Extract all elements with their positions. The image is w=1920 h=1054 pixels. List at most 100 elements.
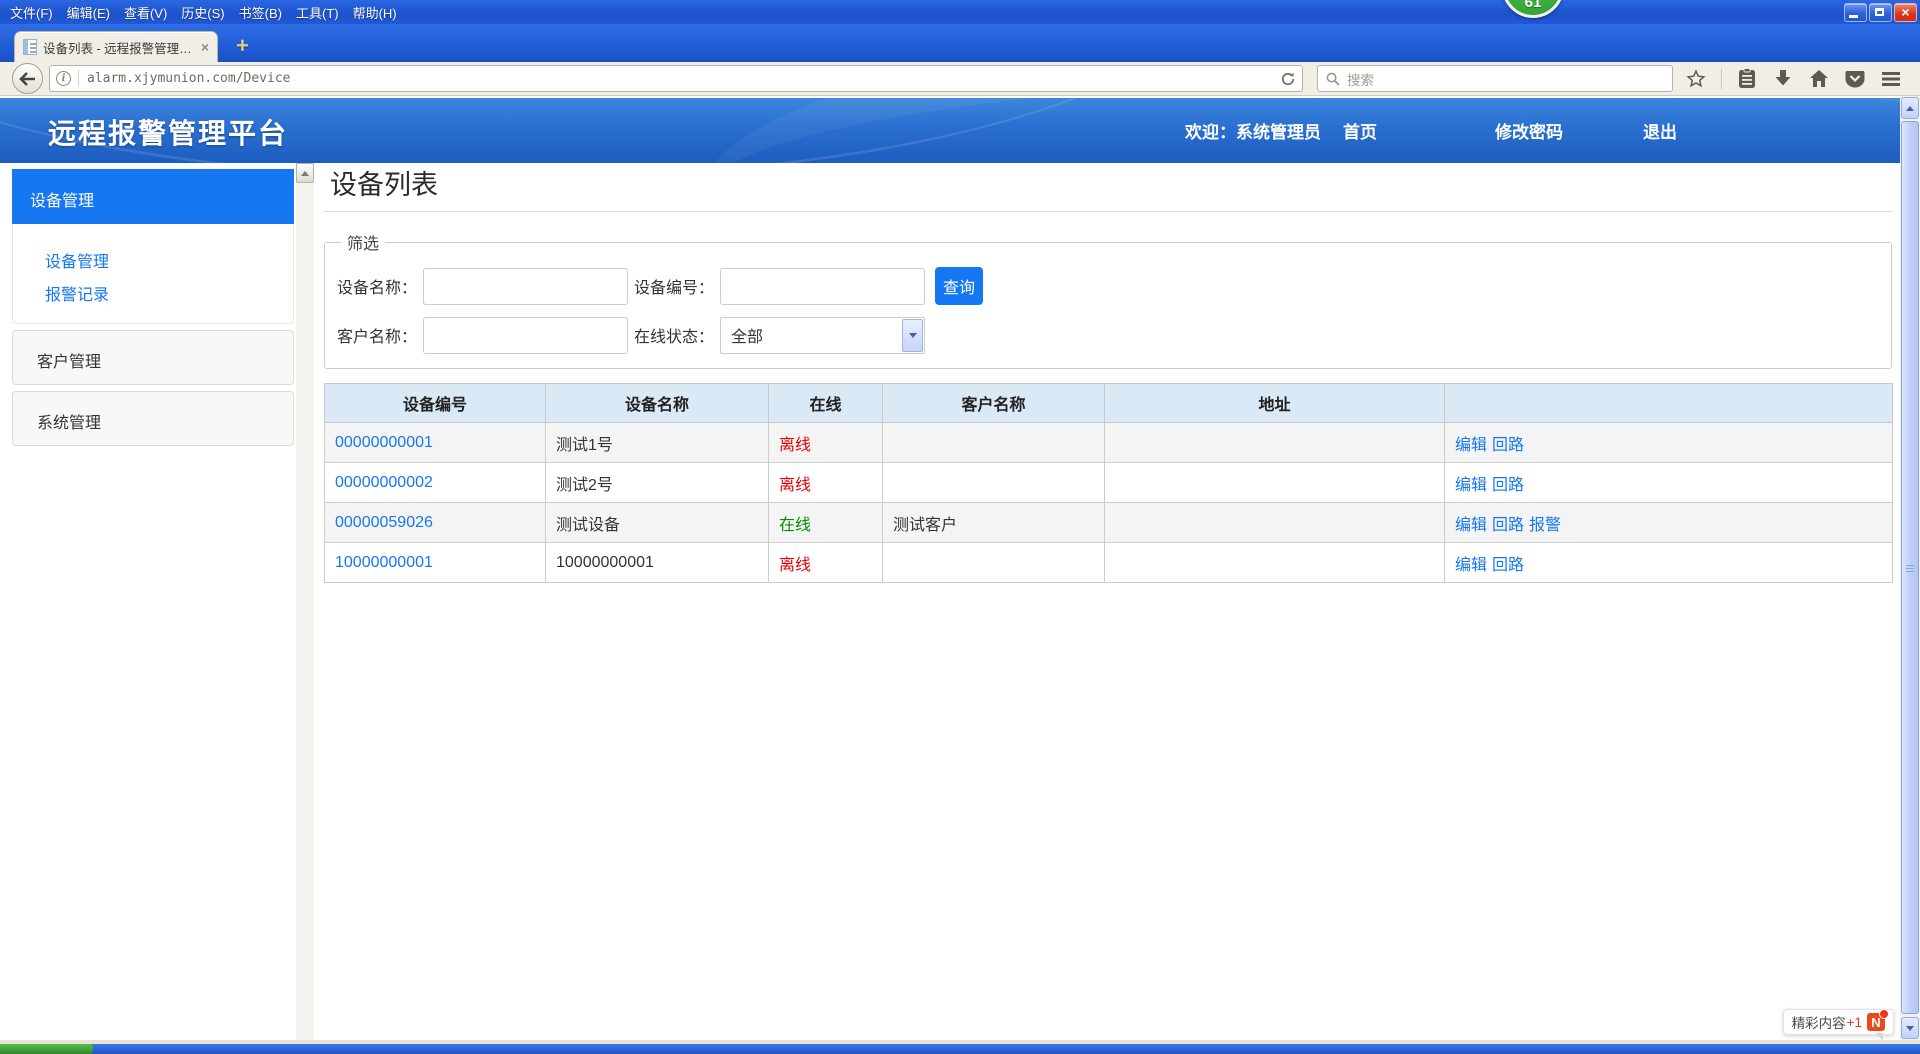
restore-button[interactable] — [1869, 3, 1892, 22]
nav-logout-link[interactable]: 退出 — [1643, 118, 1677, 143]
device-id-cell: 00000000002 — [325, 463, 546, 503]
chevron-down-icon — [1906, 1026, 1914, 1031]
nav-home-link[interactable]: 首页 — [1343, 118, 1377, 143]
customer-name-cell: 测试客户 — [883, 503, 1105, 543]
sidebar-submenu: 设备管理 报警记录 — [12, 224, 294, 324]
alarm-link[interactable]: 报警 — [1529, 517, 1561, 534]
news-app-icon[interactable]: N — [1867, 1013, 1885, 1031]
device-id-input[interactable] — [720, 268, 925, 305]
device-id-link[interactable]: 00000000002 — [335, 474, 433, 491]
promo-counter: +1 — [1847, 1015, 1862, 1030]
menu-view[interactable]: 查看(V) — [124, 3, 167, 22]
edit-link[interactable]: 编辑 — [1455, 477, 1487, 494]
url-text[interactable]: alarm.xjymunion.com/Device — [87, 71, 1280, 86]
chevron-up-icon — [301, 171, 309, 176]
menu-file[interactable]: 文件(F) — [10, 3, 53, 22]
close-button[interactable]: × — [1894, 3, 1917, 22]
customer-name-input[interactable] — [423, 317, 628, 354]
scrollbar-thumb[interactable] — [1901, 121, 1919, 1014]
restore-icon — [1875, 8, 1884, 16]
nav-change-password-link[interactable]: 修改密码 — [1495, 118, 1563, 143]
page-title: 设备列表 — [330, 168, 1892, 202]
tab-strip: 设备列表 - 远程报警管理… × + — [0, 24, 1920, 62]
sidebar-group-device-management[interactable]: 设备管理 — [12, 169, 294, 224]
filter-legend: 筛选 — [341, 230, 385, 254]
tab-close-icon[interactable]: × — [201, 40, 209, 54]
device-id-label: 设备编号： — [634, 274, 720, 298]
circuit-link[interactable]: 回路 — [1492, 517, 1524, 534]
scroll-up-button[interactable] — [296, 163, 314, 183]
reload-button[interactable] — [1280, 71, 1296, 87]
edit-link[interactable]: 编辑 — [1455, 517, 1487, 534]
menu-history[interactable]: 历史(S) — [181, 3, 224, 22]
customer-name-cell — [883, 423, 1105, 463]
device-table-body: 00000000001测试1号离线编辑回路00000000002测试2号离线编辑… — [325, 423, 1893, 583]
header-actions — [1445, 384, 1893, 423]
device-id-link[interactable]: 10000000001 — [335, 554, 433, 571]
browser-scrollbar[interactable] — [1900, 96, 1920, 1040]
address-cell — [1105, 463, 1445, 503]
new-tab-button[interactable]: + — [236, 35, 249, 57]
edit-link[interactable]: 编辑 — [1455, 557, 1487, 574]
welcome-text: 欢迎：系统管理员 — [1185, 118, 1321, 143]
circuit-link[interactable]: 回路 — [1492, 557, 1524, 574]
back-button[interactable] — [12, 63, 43, 94]
hamburger-menu-button[interactable] — [1880, 67, 1902, 91]
minimize-button[interactable] — [1844, 3, 1867, 22]
device-name-input[interactable] — [423, 268, 628, 305]
promo-popup[interactable]: 精彩内容 +1 N — [1783, 1009, 1894, 1035]
online-status-select[interactable]: 全部 — [720, 317, 925, 354]
actions-cell: 编辑回路 — [1445, 463, 1893, 503]
select-dropdown-button[interactable] — [902, 319, 923, 352]
edit-link[interactable]: 编辑 — [1455, 437, 1487, 454]
device-id-link[interactable]: 00000059026 — [335, 514, 433, 531]
menu-edit[interactable]: 编辑(E) — [67, 3, 110, 22]
device-id-cell: 10000000001 — [325, 543, 546, 583]
bookmarks-menu-button[interactable] — [1736, 67, 1758, 91]
circuit-link[interactable]: 回路 — [1492, 437, 1524, 454]
pocket-button[interactable] — [1844, 67, 1866, 91]
home-icon — [1809, 69, 1829, 88]
active-tab[interactable]: 设备列表 - 远程报警管理… × — [14, 31, 218, 62]
start-button[interactable] — [0, 1044, 93, 1054]
site-header: 远程报警管理平台 欢迎：系统管理员 首页 修改密码 退出 — [0, 98, 1900, 163]
sidebar-group-customer-management[interactable]: 客户管理 — [12, 330, 294, 385]
menu-tools[interactable]: 工具(T) — [296, 3, 339, 22]
table-row: 1000000000110000000001离线编辑回路 — [325, 543, 1893, 583]
scrollbar-down-button[interactable] — [1901, 1017, 1919, 1039]
search-placeholder: 搜索 — [1347, 69, 1374, 89]
header-address: 地址 — [1105, 384, 1445, 423]
content-scrollbar[interactable] — [296, 163, 314, 1040]
bookmark-star-button[interactable] — [1685, 67, 1707, 91]
home-button[interactable] — [1808, 67, 1830, 91]
header-device-name: 设备名称 — [546, 384, 769, 423]
device-name-cell: 测试1号 — [546, 423, 769, 463]
device-id-link[interactable]: 00000000001 — [335, 434, 433, 451]
header-nav: 欢迎：系统管理员 首页 修改密码 退出 — [1185, 98, 1900, 163]
url-divider — [78, 70, 79, 87]
promo-text: 精彩内容 — [1792, 1012, 1846, 1032]
hamburger-icon — [1881, 71, 1901, 87]
taskbar — [0, 1044, 1920, 1054]
downloads-button[interactable] — [1772, 67, 1794, 91]
toolbar-divider — [1721, 69, 1722, 89]
circuit-link[interactable]: 回路 — [1492, 477, 1524, 494]
site-info-icon[interactable]: i — [56, 71, 71, 86]
menu-help[interactable]: 帮助(H) — [353, 3, 397, 22]
sidebar-item-device-management[interactable]: 设备管理 — [13, 246, 293, 279]
main-content: 设备列表 筛选 设备名称： 设备编号： 查询 客户名称： 在线状态： 全部 — [324, 163, 1892, 1040]
query-button[interactable]: 查询 — [935, 267, 983, 305]
close-icon: × — [1895, 4, 1916, 21]
sidebar-item-alarm-records[interactable]: 报警记录 — [13, 279, 293, 312]
reload-icon — [1280, 71, 1296, 87]
customer-name-label: 客户名称： — [337, 323, 423, 347]
menu-bookmarks[interactable]: 书签(B) — [239, 3, 282, 22]
url-bar[interactable]: i alarm.xjymunion.com/Device — [49, 65, 1303, 92]
search-bar[interactable]: 搜索 — [1317, 65, 1673, 92]
sidebar-group-system-management[interactable]: 系统管理 — [12, 391, 294, 446]
scrollbar-up-button[interactable] — [1901, 97, 1919, 119]
online-status-label: 在线状态： — [634, 323, 720, 347]
header-device-id: 设备编号 — [325, 384, 546, 423]
pocket-icon — [1845, 70, 1865, 88]
tab-title: 设备列表 - 远程报警管理… — [43, 38, 195, 57]
